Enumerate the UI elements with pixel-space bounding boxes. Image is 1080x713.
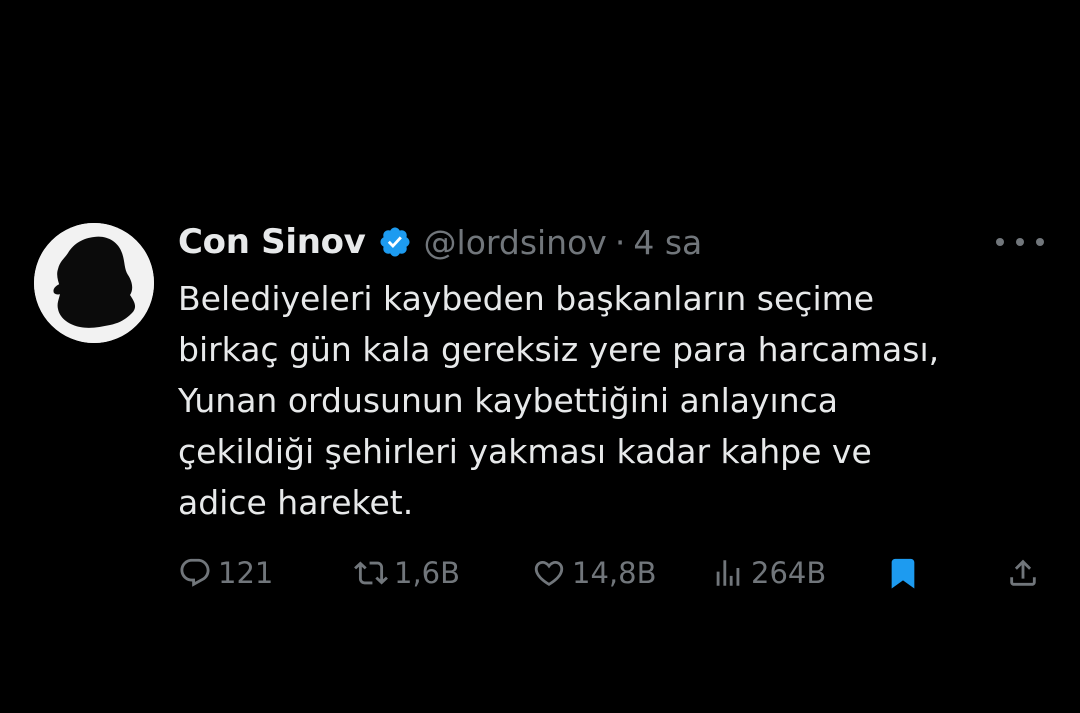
views-button[interactable]: 264B — [711, 552, 826, 594]
tweet[interactable]: Con Sinov @lordsinov · 4 sa Belediyeleri… — [0, 0, 1080, 713]
more-icon[interactable] — [996, 228, 1044, 256]
action-bar: 121 1,6B 14,8B 264B — [178, 552, 1048, 594]
verified-badge-icon[interactable] — [378, 225, 412, 259]
display-name[interactable]: Con Sinov — [178, 222, 366, 262]
reply-button[interactable]: 121 — [178, 552, 273, 594]
avatar-silhouette-image — [34, 223, 154, 343]
share-button[interactable] — [1006, 552, 1040, 594]
timestamp[interactable]: 4 sa — [633, 223, 702, 262]
reply-icon — [178, 556, 212, 590]
retweet-count: 1,6B — [394, 556, 461, 590]
like-count: 14,8B — [572, 556, 657, 590]
separator-dot: · — [614, 222, 626, 262]
retweet-button[interactable]: 1,6B — [354, 552, 460, 594]
bookmark-icon — [886, 556, 920, 590]
tweet-header: Con Sinov @lordsinov · 4 sa — [178, 220, 702, 264]
heart-icon — [532, 556, 566, 590]
user-handle[interactable]: @lordsinov — [424, 223, 607, 262]
views-icon — [711, 556, 745, 590]
avatar[interactable] — [34, 223, 154, 343]
reply-count: 121 — [218, 556, 274, 590]
bookmark-button[interactable] — [886, 552, 920, 594]
views-count: 264B — [751, 556, 827, 590]
tweet-text: Belediyeleri kaybeden başkanların seçime… — [178, 279, 940, 522]
retweet-icon — [354, 556, 388, 590]
like-button[interactable]: 14,8B — [532, 552, 656, 594]
share-icon — [1006, 556, 1040, 590]
